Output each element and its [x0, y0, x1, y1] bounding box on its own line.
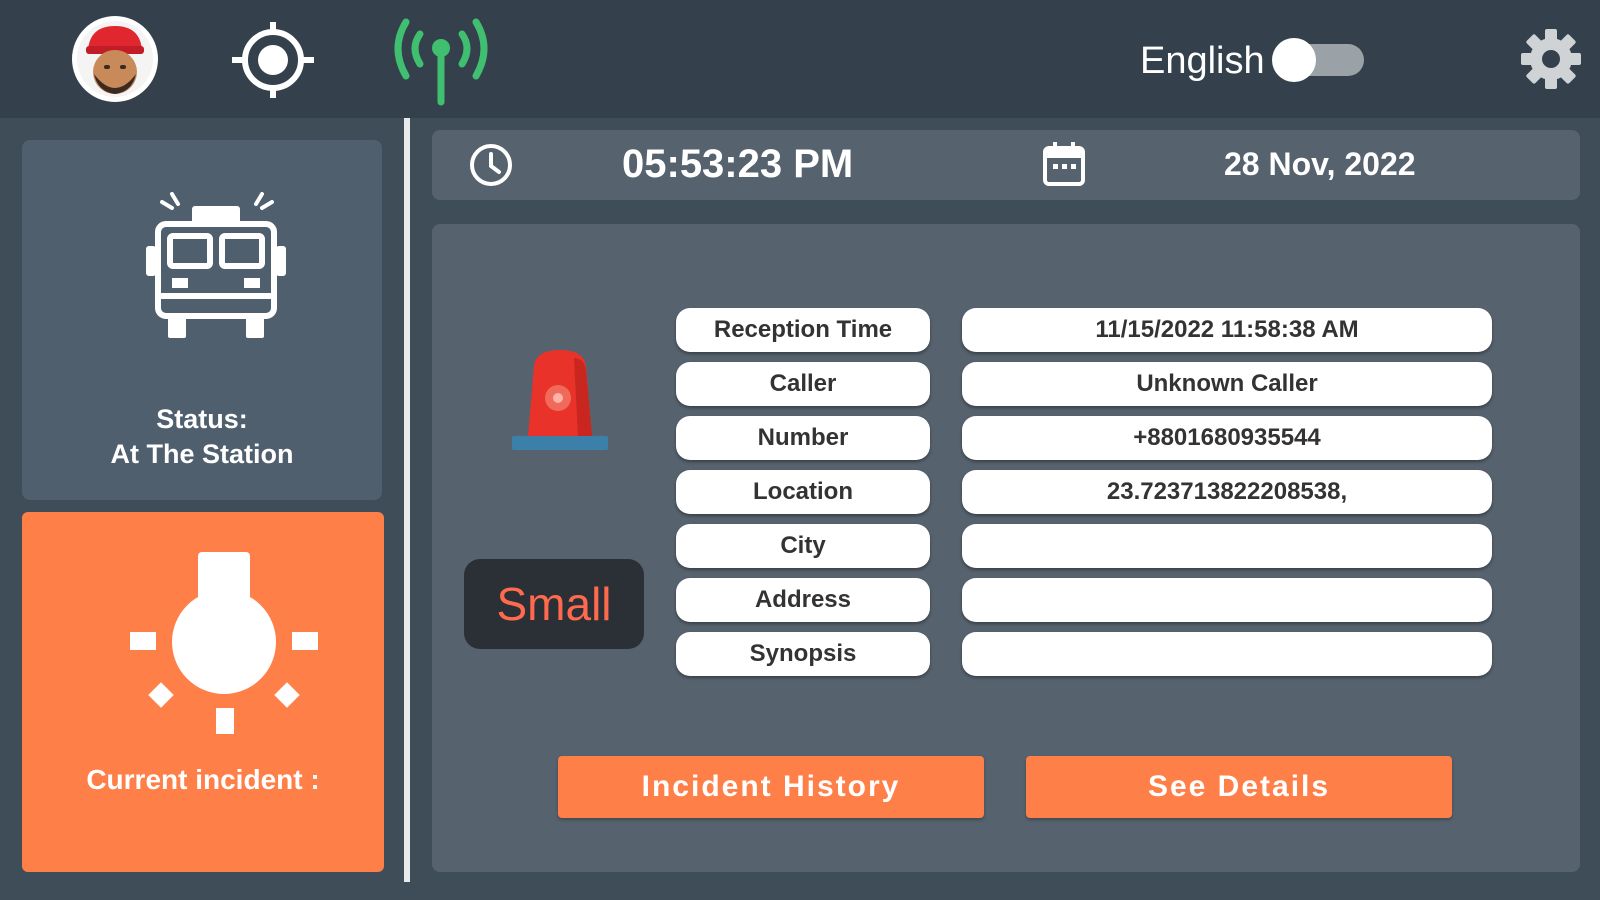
- field-value-reception-time: 11/15/2022 11:58:38 AM: [962, 308, 1492, 352]
- station-status: Status: At The Station: [22, 402, 382, 472]
- field-label-caller: Caller: [676, 362, 930, 406]
- severity-badge: Small: [464, 559, 644, 649]
- current-date: 28 Nov, 2022: [1224, 146, 1416, 182]
- toggle-knob: [1272, 38, 1316, 82]
- field-label-number: Number: [676, 416, 930, 460]
- incident-panel: Small Reception Time 11/15/2022 11:58:38…: [432, 224, 1580, 872]
- light-bulb-icon: [130, 552, 318, 734]
- calendar-icon: [1043, 142, 1085, 186]
- field-label-address: Address: [676, 578, 930, 622]
- field-label-reception-time: Reception Time: [676, 308, 930, 352]
- field-label-city: City: [676, 524, 930, 568]
- gear-icon[interactable]: [1520, 28, 1582, 90]
- current-incident-card[interactable]: Current incident :: [22, 512, 384, 872]
- status-label: Status:: [156, 404, 248, 434]
- divider: [404, 118, 410, 882]
- top-bar: English: [0, 0, 1600, 118]
- status-value: At The Station: [110, 439, 294, 469]
- current-incident-label: Current incident :: [86, 764, 320, 795]
- avatar[interactable]: [72, 16, 158, 102]
- status-card: Status: At The Station: [22, 140, 382, 500]
- clock-icon: [470, 144, 512, 186]
- fire-truck-icon: [146, 192, 286, 338]
- field-value-caller: Unknown Caller: [962, 362, 1492, 406]
- current-time: 05:53:23 PM: [622, 142, 854, 186]
- target-icon[interactable]: [228, 20, 318, 100]
- incident-history-button[interactable]: Incident History: [558, 756, 984, 818]
- field-value-number: +8801680935544: [962, 416, 1492, 460]
- field-label-location: Location: [676, 470, 930, 514]
- language-label: English: [1140, 40, 1265, 82]
- field-value-location: 23.723713822208538,: [962, 470, 1492, 514]
- language-toggle[interactable]: [1272, 38, 1364, 82]
- avatar-image: [77, 21, 153, 97]
- time-date-bar: 05:53:23 PM 28 Nov, 2022: [432, 130, 1580, 200]
- field-value-city: [962, 524, 1492, 568]
- field-label-synopsis: Synopsis: [676, 632, 930, 676]
- see-details-button[interactable]: See Details: [1026, 756, 1452, 818]
- field-value-synopsis: [962, 632, 1492, 676]
- signal-icon: [394, 18, 488, 106]
- siren-icon: [512, 350, 608, 450]
- field-value-address: [962, 578, 1492, 622]
